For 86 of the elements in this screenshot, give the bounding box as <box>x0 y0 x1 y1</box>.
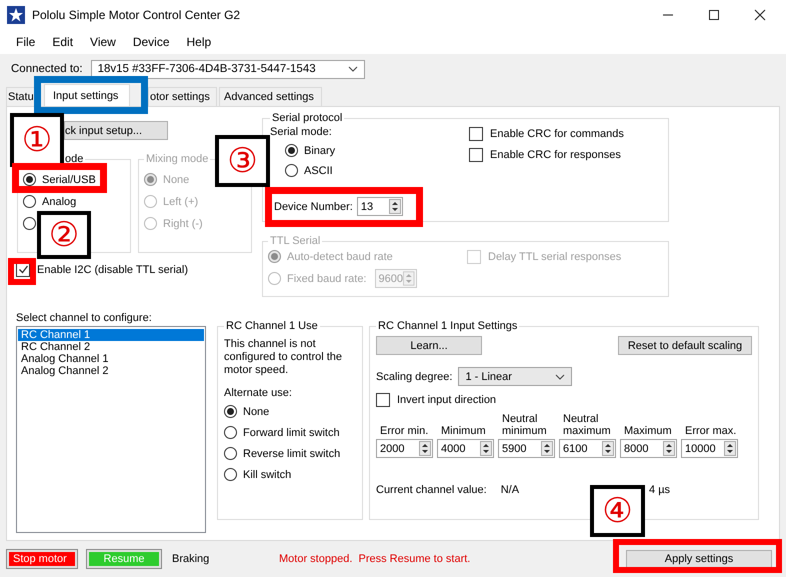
step-number: ① <box>10 113 64 167</box>
field-label: Device Number: <box>274 200 353 212</box>
checkbox[interactable] <box>376 392 390 406</box>
chevron-down-icon <box>348 66 358 72</box>
list-item[interactable]: Analog Channel 1 <box>18 353 204 365</box>
field-label: Error min. <box>379 425 430 437</box>
spin-arrows-icon[interactable] <box>388 199 401 214</box>
menu-item[interactable]: File <box>9 33 42 51</box>
group-title: RC Channel 1 Use <box>225 320 319 332</box>
group-title: TTL Serial <box>269 235 322 247</box>
spin-arrows-icon[interactable] <box>419 441 431 456</box>
checkbox-label: Delay TTL serial responses <box>488 250 622 262</box>
field-label: Minimum <box>440 425 487 437</box>
menu-item[interactable]: View <box>83 33 123 51</box>
checkbox-label: Enable CRC for responses <box>490 148 621 160</box>
radio-button[interactable]: None <box>224 404 270 419</box>
field-label: Maximum <box>623 425 673 437</box>
radio-button[interactable]: Reverse limit switch <box>224 446 340 461</box>
description-text: This channel is not configured to control the motor speed. <box>224 338 344 377</box>
radio-button[interactable]: Kill switch <box>224 467 292 482</box>
list-item[interactable]: RC Channel 1 <box>18 329 204 341</box>
spin-arrows-icon[interactable] <box>541 441 553 456</box>
field-label: Scaling degree: <box>376 370 452 382</box>
radio-button[interactable]: Analog <box>23 194 76 209</box>
checkbox[interactable] <box>469 148 483 162</box>
chevron-down-icon <box>555 374 566 380</box>
field-label: Select channel to configure: <box>16 312 153 324</box>
value-text: N/A <box>500 484 520 496</box>
stop-motor-button[interactable]: Stop motor <box>6 549 78 569</box>
tab[interactable]: Advanced settings <box>219 87 322 106</box>
app-icon <box>7 6 25 24</box>
list-item[interactable]: RC Channel 2 <box>18 341 204 353</box>
spin-arrows-icon[interactable] <box>602 441 614 456</box>
step-number: ③ <box>215 135 270 187</box>
status-message: Motor stopped. Press Resume to start. <box>279 553 470 565</box>
menu-item[interactable]: Edit <box>45 33 80 51</box>
spin-arrows-icon[interactable] <box>724 441 736 456</box>
device-dropdown[interactable]: 18v15 #33FF-7306-4D4B-3731-5447-1543 <box>90 60 365 78</box>
check-icon <box>18 264 28 275</box>
number-field[interactable]: 10000 <box>681 439 738 458</box>
group-title: ode <box>64 153 84 165</box>
checkbox[interactable] <box>469 126 483 140</box>
step-number: ④ <box>590 485 645 537</box>
tab[interactable]: otor settings <box>148 87 217 106</box>
step-number: ② <box>37 211 91 259</box>
number-field[interactable]: 13 <box>356 197 403 216</box>
number-field[interactable]: 4000 <box>437 439 494 458</box>
field-label: Neutral minimum <box>501 413 548 437</box>
radio-button[interactable]: Binary <box>285 143 336 158</box>
group-title: Mixing mode <box>145 153 210 165</box>
field-label: Serial mode: <box>270 126 333 138</box>
list-item[interactable]: Analog Channel 2 <box>18 365 204 377</box>
close-icon[interactable] <box>754 9 766 21</box>
maximize-icon[interactable] <box>708 9 720 21</box>
checkbox-label: Enable CRC for commands <box>490 128 624 140</box>
field-label: Error max. <box>684 425 738 437</box>
field-label: Alternate use: <box>224 387 293 399</box>
checkbox-label: Enable I2C (disable TTL serial) <box>37 264 188 276</box>
radio-button[interactable]: Forward limit switch <box>224 425 340 440</box>
tab[interactable]: Input settings <box>44 84 130 106</box>
apply-settings-button[interactable]: Apply settings <box>626 550 772 568</box>
field-label: Neutral maximum <box>562 413 612 437</box>
scaling-dropdown[interactable]: 1 - Linear <box>458 367 572 386</box>
radio-button[interactable]: ASCII <box>285 163 333 178</box>
connected-label: Connected to: <box>11 63 83 75</box>
spin-arrows-icon[interactable] <box>663 441 675 456</box>
radio-button[interactable]: Serial/USB <box>23 172 96 187</box>
quick-setup-button[interactable]: ck input setup... <box>64 121 168 140</box>
tab[interactable]: Statu <box>6 87 34 106</box>
menu-item[interactable]: Help <box>180 33 218 51</box>
value-text: 4 µs <box>649 484 670 496</box>
spin-arrows-icon[interactable] <box>480 441 492 456</box>
window-title: Pololu Simple Motor Control Center G2 <box>32 8 240 22</box>
menu-item[interactable]: Device <box>126 33 177 51</box>
reset-scaling-button[interactable]: Reset to default scaling <box>618 336 752 355</box>
checkbox-label: Invert input direction <box>397 394 496 406</box>
radio-button[interactable] <box>23 216 36 231</box>
group-title: Serial protocol <box>271 112 344 124</box>
number-field[interactable]: 2000 <box>376 439 433 458</box>
field-label: Current channel value: <box>376 484 487 496</box>
number-field[interactable]: 6100 <box>559 439 616 458</box>
number-field[interactable]: 5900 <box>498 439 555 458</box>
learn-button[interactable]: Learn... <box>376 336 482 355</box>
number-field[interactable]: 8000 <box>620 439 677 458</box>
status-text: Braking <box>172 553 210 565</box>
group-title: RC Channel 1 Input Settings <box>377 320 518 332</box>
